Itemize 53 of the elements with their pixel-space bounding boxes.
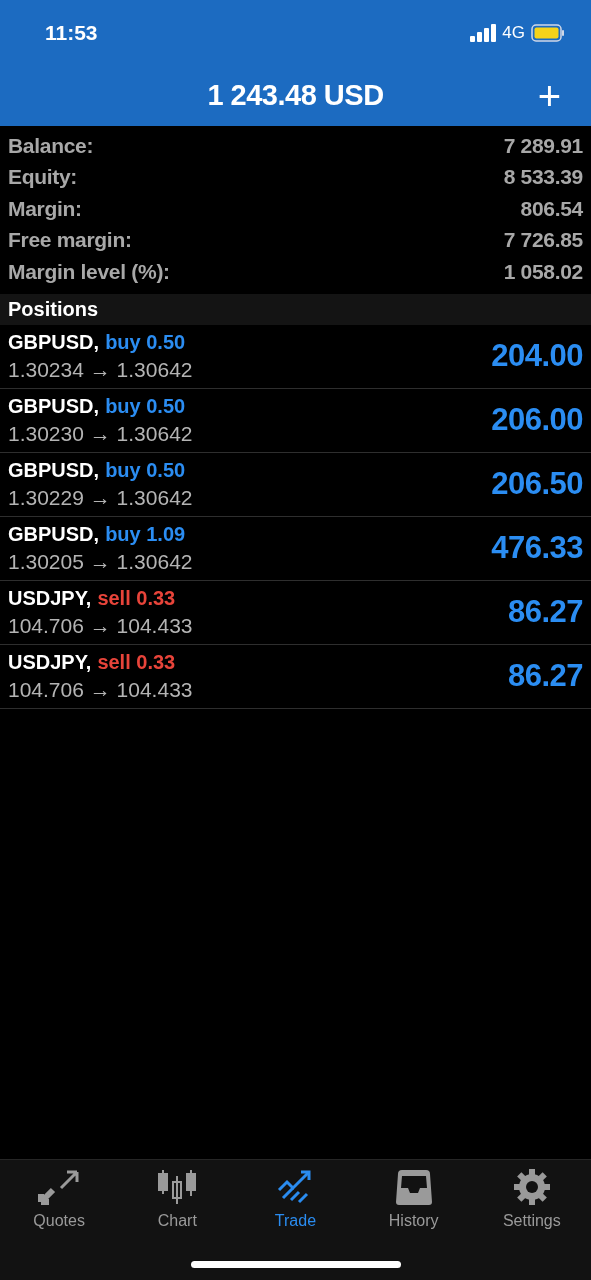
tab[interactable]: Settings <box>476 1168 587 1230</box>
positions-heading: Positions <box>0 293 591 325</box>
summary-label: Balance: <box>8 133 94 158</box>
position-row[interactable]: GBPUSD, buy 1.09 1.30205 → 1.30642 476.33 <box>0 516 591 581</box>
position-symbol: USDJPY, <box>8 586 92 610</box>
status-time: 11:53 <box>45 20 98 45</box>
position-profit: 206.50 <box>491 466 583 502</box>
tab[interactable]: History <box>358 1168 469 1230</box>
position-symbol: GBPUSD, <box>8 458 100 482</box>
summary-value: 806.54 <box>520 196 583 221</box>
position-prices: 1.30229 → 1.30642 <box>8 485 193 510</box>
position-prices: 1.30205 → 1.30642 <box>8 549 193 574</box>
position-volume: buy 0.50 <box>105 458 186 482</box>
tab[interactable]: Quotes <box>4 1168 115 1230</box>
position-symbol: GBPUSD, <box>8 330 100 354</box>
position-profit: 476.33 <box>491 530 583 566</box>
summary-label: Equity: <box>8 165 78 190</box>
arrows-icon <box>37 1168 82 1206</box>
summary-label: Free margin: <box>8 228 132 253</box>
position-profit: 86.27 <box>507 658 583 694</box>
position-volume: sell 0.33 <box>97 586 176 610</box>
summary-value: 1 058.02 <box>503 259 583 284</box>
position-row[interactable]: GBPUSD, buy 0.50 1.30229 → 1.30642 206.50 <box>0 452 591 517</box>
summary-value: 7 726.85 <box>503 228 583 253</box>
position-row[interactable]: GBPUSD, buy 0.50 1.30234 → 1.30642 204.00 <box>0 324 591 389</box>
position-symbol: GBPUSD, <box>8 394 100 418</box>
add-button[interactable]: + <box>537 75 561 116</box>
position-prices: 1.30234 → 1.30642 <box>8 357 193 382</box>
position-row[interactable]: GBPUSD, buy 0.50 1.30230 → 1.30642 206.00 <box>0 388 591 453</box>
position-symbol: GBPUSD, <box>8 522 100 546</box>
signal-icon <box>470 23 497 42</box>
summary-value: 8 533.39 <box>503 165 583 190</box>
position-volume: sell 0.33 <box>97 650 176 674</box>
position-row[interactable]: USDJPY, sell 0.33 104.706 → 104.433 86.27 <box>0 644 591 709</box>
position-volume: buy 0.50 <box>105 394 186 418</box>
tab[interactable]: Trade <box>240 1168 351 1230</box>
position-symbol: USDJPY, <box>8 650 92 674</box>
position-prices: 104.706 → 104.433 <box>8 613 193 638</box>
equity-title: 1 243.48 USD <box>207 79 384 112</box>
position-volume: buy 0.50 <box>105 330 186 354</box>
position-profit: 206.00 <box>491 402 583 438</box>
battery-icon <box>531 23 565 42</box>
summary-value: 7 289.91 <box>503 133 583 158</box>
position-prices: 104.706 → 104.433 <box>8 677 193 702</box>
position-profit: 204.00 <box>491 338 583 374</box>
position-prices: 1.30230 → 1.30642 <box>8 421 193 446</box>
summary-label: Margin level (%): <box>8 259 170 284</box>
position-row[interactable]: USDJPY, sell 0.33 104.706 → 104.433 86.27 <box>0 580 591 645</box>
network-label: 4G <box>502 22 525 43</box>
summary-label: Margin: <box>8 196 82 221</box>
position-volume: buy 1.09 <box>105 522 186 546</box>
position-profit: 86.27 <box>507 594 583 630</box>
tab[interactable]: Chart <box>122 1168 233 1230</box>
